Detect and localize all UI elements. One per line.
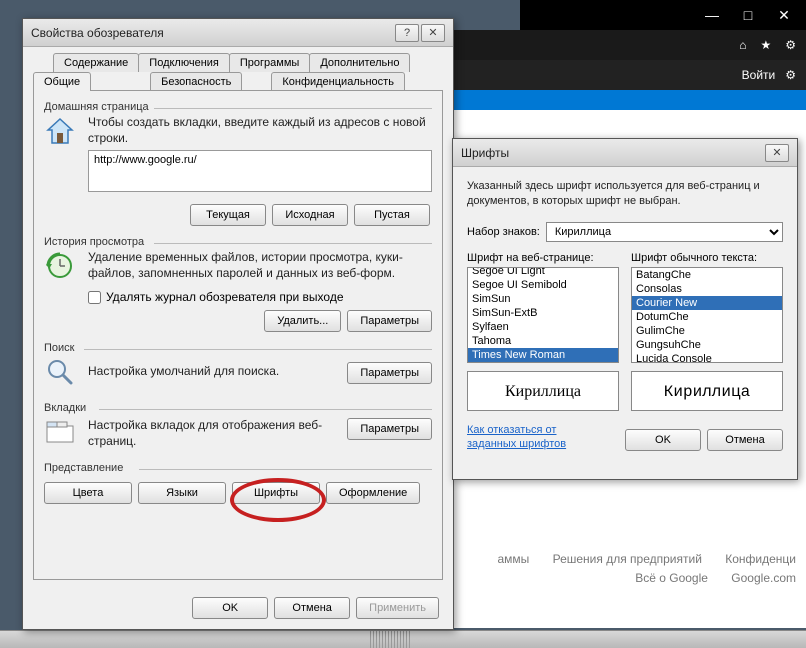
- history-description: Удаление временных файлов, истории просм…: [88, 250, 432, 281]
- plainfont-listbox[interactable]: BatangCheConsolasCourier NewDotumCheGuli…: [631, 267, 783, 363]
- group-homepage: Домашняя страница Чтобы создать вкладки,…: [44, 101, 432, 226]
- btn-search-settings[interactable]: Параметры: [347, 362, 432, 384]
- tab-programs[interactable]: Программы: [229, 53, 310, 72]
- tab-privacy[interactable]: Конфиденциальность: [271, 72, 405, 91]
- gear-icon[interactable]: ⚙: [785, 68, 796, 82]
- plainfont-label: Шрифт обычного текста:: [631, 252, 783, 264]
- btn-delete-history[interactable]: Удалить...: [264, 310, 341, 332]
- webfont-listbox[interactable]: Segoe UI LightSegoe UI SemiboldSimSunSim…: [467, 267, 619, 363]
- search-description: Настройка умолчаний для поиска.: [88, 364, 339, 380]
- home-icon[interactable]: ⌂: [739, 38, 746, 52]
- page-footer: аммы Решения для предприятий Конфиденци …: [477, 550, 796, 588]
- close-button[interactable]: ✕: [765, 144, 789, 162]
- tab-advanced[interactable]: Дополнительно: [309, 53, 410, 72]
- star-icon[interactable]: ★: [760, 38, 771, 52]
- homepage-url-input[interactable]: [88, 150, 432, 192]
- tab-connections[interactable]: Подключения: [138, 53, 230, 72]
- list-item[interactable]: DotumChe: [632, 310, 782, 324]
- browser-tab-bar: ⌂ ★ ⚙: [430, 30, 806, 60]
- tab-content[interactable]: Содержание: [53, 53, 139, 72]
- btn-colors[interactable]: Цвета: [44, 482, 132, 504]
- list-item[interactable]: GulimChe: [632, 324, 782, 338]
- list-item[interactable]: Lucida Console: [632, 352, 782, 363]
- btn-history-settings[interactable]: Параметры: [347, 310, 432, 332]
- list-item[interactable]: Courier New: [632, 296, 782, 310]
- list-item[interactable]: BatangChe: [632, 268, 782, 282]
- help-button[interactable]: ?: [395, 24, 419, 42]
- ignore-fonts-link[interactable]: Как отказаться от заданных шрифтов: [467, 423, 577, 452]
- list-item[interactable]: Segoe UI Semibold: [468, 278, 618, 292]
- tabs-description: Настройка вкладок для отображения веб-ст…: [88, 418, 339, 449]
- list-item[interactable]: Consolas: [632, 282, 782, 296]
- btn-ok[interactable]: OK: [625, 429, 701, 451]
- fonts-dialog: Шрифты ✕ Указанный здесь шрифт используе…: [452, 138, 798, 480]
- group-label: Представление: [44, 462, 432, 474]
- group-tabs: Вкладки Настройка вкладок для отображени…: [44, 402, 432, 452]
- btn-cancel[interactable]: Отмена: [274, 597, 350, 619]
- group-label: Поиск: [44, 342, 432, 354]
- close-button[interactable]: ✕: [421, 24, 445, 42]
- footer-link[interactable]: Google.com: [731, 571, 796, 585]
- dialog-title: Шрифты: [461, 146, 763, 160]
- fonts-description: Указанный здесь шрифт используется для в…: [467, 179, 783, 210]
- login-link[interactable]: Войти: [742, 68, 776, 82]
- delete-on-exit-label: Удалять журнал обозревателя при выходе: [106, 290, 344, 304]
- group-search: Поиск Настройка умолчаний для поиска. Па…: [44, 342, 432, 392]
- maximize-button[interactable]: □: [736, 5, 760, 25]
- browser-accent-bar: [430, 90, 806, 110]
- dialog-title: Свойства обозревателя: [31, 26, 393, 40]
- footer-link[interactable]: Конфиденци: [725, 552, 796, 566]
- taskbar: [0, 630, 806, 648]
- list-item[interactable]: Tahoma: [468, 334, 618, 348]
- webfont-preview: Кириллица: [467, 371, 619, 411]
- btn-use-current[interactable]: Текущая: [190, 204, 266, 226]
- plainfont-preview: Кириллица: [631, 371, 783, 411]
- footer-link[interactable]: Всё о Google: [635, 571, 708, 585]
- delete-on-exit-checkbox[interactable]: [88, 291, 101, 304]
- minimize-button[interactable]: —: [700, 5, 724, 25]
- charset-dropdown[interactable]: Кириллица: [546, 222, 783, 242]
- btn-ok[interactable]: OK: [192, 597, 268, 619]
- dialog-titlebar: Шрифты ✕: [453, 139, 797, 167]
- tabs-icon: [44, 416, 80, 452]
- search-icon: [44, 356, 80, 392]
- list-item[interactable]: SimSun-ExtB: [468, 306, 618, 320]
- tab-strip: Содержание Подключения Программы Дополни…: [33, 53, 443, 91]
- group-label: Вкладки: [44, 402, 432, 414]
- taskbar-grip: [370, 631, 410, 648]
- webfont-label: Шрифт на веб-странице:: [467, 252, 619, 264]
- group-appearance: Представление Цвета Языки Шрифты Оформле…: [44, 462, 432, 504]
- charset-label: Набор знаков:: [467, 226, 540, 238]
- btn-use-default[interactable]: Исходная: [272, 204, 348, 226]
- list-item[interactable]: Sylfaen: [468, 320, 618, 334]
- btn-languages[interactable]: Языки: [138, 482, 226, 504]
- list-item[interactable]: GungsuhChe: [632, 338, 782, 352]
- list-item[interactable]: Times New Roman: [468, 348, 618, 362]
- list-item[interactable]: Segoe UI Light: [468, 267, 618, 278]
- group-history: История просмотра Удаление временных фай…: [44, 236, 432, 332]
- btn-cancel[interactable]: Отмена: [707, 429, 783, 451]
- tab-panel-general: Домашняя страница Чтобы создать вкладки,…: [33, 90, 443, 580]
- homepage-description: Чтобы создать вкладки, введите каждый из…: [88, 115, 432, 146]
- list-item[interactable]: SimSun: [468, 292, 618, 306]
- btn-tabs-settings[interactable]: Параметры: [347, 418, 432, 440]
- dialog-titlebar: Свойства обозревателя ? ✕: [23, 19, 453, 47]
- browser-toolbar: Войти ⚙: [430, 60, 806, 90]
- home-icon: [44, 115, 80, 151]
- btn-use-blank[interactable]: Пустая: [354, 204, 430, 226]
- internet-options-dialog: Свойства обозревателя ? ✕ Содержание Под…: [22, 18, 454, 630]
- btn-fonts[interactable]: Шрифты: [232, 482, 320, 504]
- app-window-controls: — □ ✕: [520, 0, 806, 30]
- footer-link[interactable]: аммы: [497, 552, 529, 566]
- group-label: Домашняя страница: [44, 101, 432, 113]
- close-button[interactable]: ✕: [772, 5, 796, 25]
- tab-general[interactable]: Общие: [33, 72, 91, 91]
- group-label: История просмотра: [44, 236, 432, 248]
- gear-icon[interactable]: ⚙: [785, 38, 796, 52]
- btn-apply[interactable]: Применить: [356, 597, 439, 619]
- history-icon: [44, 250, 80, 286]
- btn-accessibility[interactable]: Оформление: [326, 482, 420, 504]
- footer-link[interactable]: Решения для предприятий: [553, 552, 702, 566]
- tab-security[interactable]: Безопасность: [150, 72, 242, 91]
